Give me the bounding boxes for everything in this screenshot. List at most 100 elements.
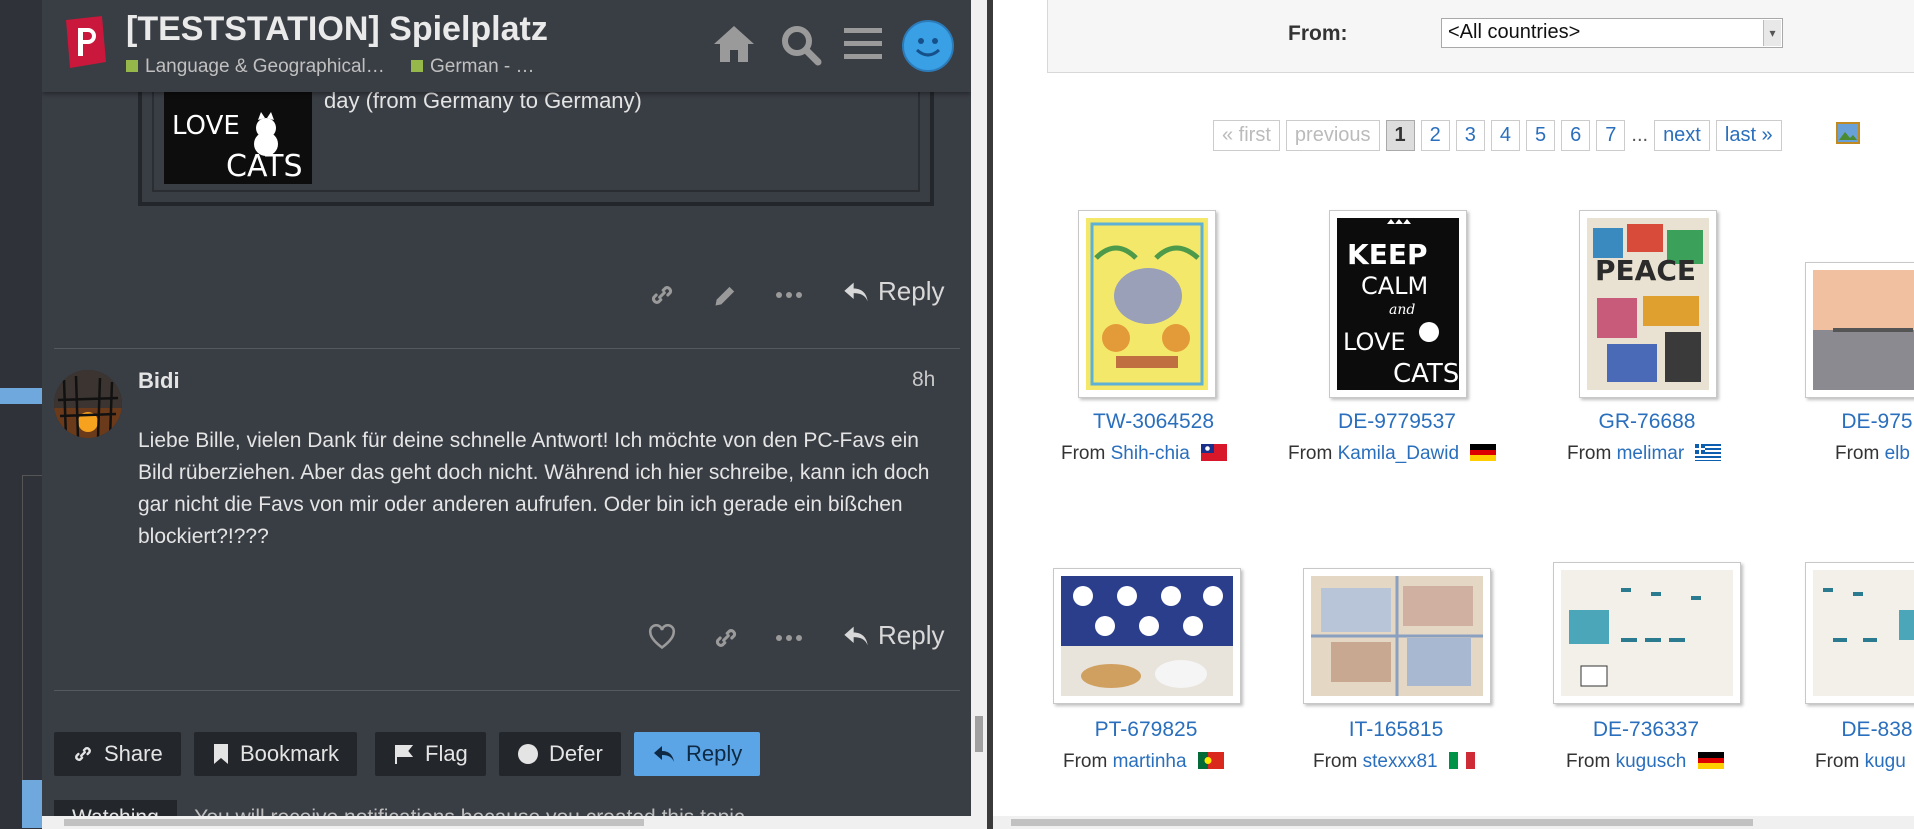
postcard-code[interactable]: DE-736337 [1561, 718, 1731, 742]
postcard-thumbnail[interactable]: KEEP CALM and LOVE CATS [1329, 210, 1467, 398]
background-window-edge [0, 0, 43, 829]
flag-button[interactable]: Flag [375, 732, 486, 776]
postcard-sender: From Kamila_Dawid [1288, 443, 1497, 465]
more-icon[interactable] [774, 281, 804, 314]
post-author[interactable]: Bidi [138, 368, 180, 394]
pager-page[interactable]: 6 [1561, 120, 1591, 151]
country-select[interactable]: <All countries> ▾ [1441, 18, 1783, 48]
horizontal-scrollbar[interactable] [993, 816, 1914, 829]
pager-page[interactable]: 5 [1526, 120, 1556, 151]
vertical-scrollbar[interactable] [971, 0, 987, 829]
pager-page: 1 [1385, 120, 1415, 151]
link-icon[interactable] [648, 281, 676, 314]
flag-icon [395, 745, 414, 764]
site-logo[interactable] [64, 16, 106, 68]
scrollbar-thumb[interactable] [975, 716, 983, 752]
heart-icon[interactable] [648, 623, 676, 655]
category-color-square [411, 60, 423, 72]
pager-page[interactable]: 7 [1596, 120, 1626, 151]
breadcrumb-category[interactable]: Language & Geographical… [126, 56, 385, 78]
germany-flag-icon [1470, 444, 1497, 461]
scrollbar-thumb[interactable] [64, 819, 644, 826]
sender-username[interactable]: elb [1885, 443, 1910, 464]
breadcrumb-subcategory[interactable]: German - … [411, 56, 535, 78]
background-frame [22, 475, 43, 796]
share-button[interactable]: Share [54, 732, 181, 776]
postcard-thumbnail[interactable]: PEACE [1579, 210, 1717, 398]
reply-button[interactable]: Reply [842, 276, 944, 307]
postcard-sender: From elb [1835, 443, 1910, 465]
postcard-code[interactable]: GR-76688 [1579, 410, 1715, 434]
thumb-love-text: LOVE [172, 111, 240, 141]
from-label: From: [1288, 22, 1348, 45]
sender-username[interactable]: kugusch [1616, 751, 1687, 772]
pager-page[interactable]: 4 [1490, 120, 1521, 151]
reply-icon [844, 626, 868, 645]
sender-username[interactable]: Kamila_Dawid [1338, 443, 1459, 464]
site-title[interactable]: [TESTSTATION] Spielplatz [126, 10, 548, 49]
postcard-sender: From kugusch [1566, 751, 1724, 773]
pager-page[interactable]: 3 [1455, 120, 1485, 151]
from-word: From [1566, 751, 1611, 772]
hamburger-menu-icon[interactable] [844, 24, 882, 67]
reply-button[interactable]: Reply [842, 620, 944, 651]
watching-button[interactable]: Watching [54, 800, 177, 816]
country-select-value: <All countries> [1448, 21, 1581, 43]
keep-text: KEEP [1347, 238, 1427, 271]
breadcrumb-label: German - … [430, 56, 535, 77]
sender-username[interactable]: kugu [1865, 751, 1906, 772]
from-word: From [1288, 443, 1333, 464]
post-timestamp[interactable]: 8h [912, 368, 935, 392]
sender-username[interactable]: melimar [1617, 443, 1685, 464]
filter-box: From: <All countries> ▾ [1047, 0, 1914, 73]
defer-label: Defer [549, 741, 603, 766]
chevron-down-icon[interactable]: ▾ [1763, 20, 1781, 46]
forum-header: [TESTSTATION] Spielplatz Language & Geog… [42, 0, 971, 92]
postcard-code[interactable]: DE-975 [1837, 410, 1914, 434]
postcard-thumbnail[interactable] [1553, 562, 1741, 704]
pencil-icon[interactable] [712, 281, 740, 314]
scrollbar-thumb[interactable] [1011, 819, 1753, 826]
and-text: and [1389, 302, 1415, 318]
defer-button[interactable]: Defer [499, 732, 621, 776]
postcard-code[interactable]: DE-9779537 [1334, 410, 1460, 434]
postcard-code[interactable]: TW-3064528 [1093, 410, 1214, 434]
sender-username[interactable]: stexxx81 [1363, 751, 1438, 772]
search-icon[interactable] [780, 24, 822, 71]
postcards-window: From: <All countries> ▾ « first previous… [993, 0, 1914, 829]
post-divider [54, 690, 960, 691]
postcard-thumbnail[interactable] [1078, 210, 1216, 398]
flag-label: Flag [425, 741, 468, 766]
gallery-view-icon[interactable] [1835, 122, 1860, 149]
postcard-thumbnail[interactable] [1053, 568, 1241, 704]
postcard-code[interactable]: PT-679825 [1081, 718, 1211, 742]
link-icon [75, 747, 91, 761]
avatar[interactable] [54, 370, 122, 438]
more-icon[interactable] [774, 624, 804, 657]
from-word: From [1061, 443, 1106, 464]
horizontal-scrollbar[interactable] [42, 816, 971, 829]
pager-last[interactable]: last » [1715, 120, 1782, 151]
reply-icon [654, 746, 674, 762]
reply-label: Reply [878, 276, 945, 306]
pager-page[interactable]: 2 [1420, 120, 1450, 151]
postcard-code[interactable]: DE-838 [1837, 718, 1914, 742]
home-icon[interactable] [712, 24, 756, 69]
reply-primary-button[interactable]: Reply [634, 732, 761, 776]
sender-username[interactable]: Shih-chia [1111, 443, 1190, 464]
user-avatar-icon[interactable] [902, 20, 954, 72]
link-icon[interactable] [712, 624, 740, 657]
postcard-sender: From martinha [1063, 751, 1224, 773]
italy-flag-icon [1448, 752, 1475, 769]
postcard-sender: From kugu [1815, 751, 1906, 773]
post-divider [54, 348, 960, 349]
postcard-thumbnail[interactable] [1303, 568, 1491, 704]
forum-window: LOVE CATS day (from Germany to Germany) … [42, 0, 971, 816]
postcard-thumbnail[interactable] [1805, 262, 1914, 398]
postcard-code[interactable]: IT-165815 [1331, 718, 1461, 742]
postcard-thumbnail[interactable] [1805, 562, 1914, 704]
bookmark-button[interactable]: Bookmark [194, 732, 358, 776]
pager-next[interactable]: next [1654, 120, 1710, 151]
from-word: From [1063, 751, 1108, 772]
sender-username[interactable]: martinha [1113, 751, 1187, 772]
